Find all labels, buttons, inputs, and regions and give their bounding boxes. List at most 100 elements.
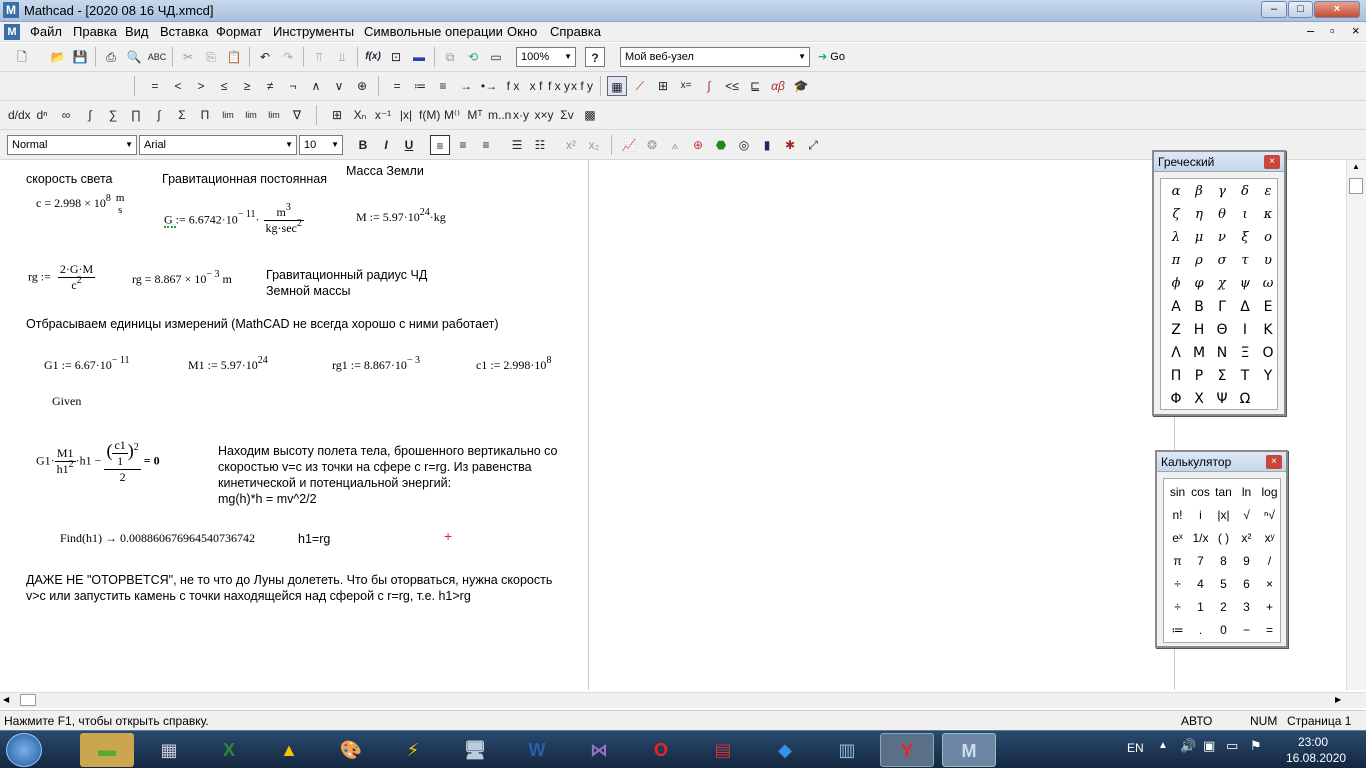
start-button[interactable] [6, 733, 42, 767]
device-icon[interactable]: ▣ [1203, 738, 1215, 754]
network-taskbar-icon[interactable]: ◆ [758, 733, 812, 767]
calc-key-18[interactable]: 9 [1235, 550, 1258, 572]
calc-key-11[interactable]: 1/x [1189, 527, 1212, 549]
calculus-toolbar-icon[interactable]: ∫ [699, 76, 719, 96]
maximize-button[interactable]: □ [1288, 1, 1313, 18]
menu-tools[interactable]: Инструменты [273, 24, 354, 39]
calc-key-3[interactable]: ln [1235, 481, 1258, 503]
op-greater[interactable]: > [191, 76, 211, 96]
greek-key-upper-6[interactable]: Η [1188, 319, 1210, 341]
programming-toolbar-icon[interactable]: ⊑ [745, 76, 765, 96]
calc-key-2[interactable]: tan [1212, 481, 1235, 503]
align-down-icon[interactable]: ⫫ [332, 47, 352, 67]
op-or[interactable]: ∨ [329, 76, 349, 96]
greek-key-lower-4[interactable]: ε [1257, 181, 1279, 203]
explorer-taskbar-icon[interactable]: ▬ [80, 733, 134, 767]
greek-key-upper-10[interactable]: Λ [1165, 342, 1187, 364]
eval-infix[interactable]: f x y [548, 76, 570, 96]
superscript-icon[interactable]: M⁽⁾ [442, 105, 462, 125]
calc-key-7[interactable]: |x| [1212, 504, 1235, 526]
eval-keyword[interactable]: •→ [479, 76, 499, 96]
greek-key-upper-15[interactable]: Π [1165, 365, 1187, 387]
greek-key-upper-17[interactable]: Σ [1211, 365, 1233, 387]
nth-derivative-icon[interactable]: dⁿ [32, 105, 52, 125]
greek-key-upper-20[interactable]: Φ [1165, 388, 1187, 410]
greek-key-upper-1[interactable]: Β [1188, 296, 1210, 318]
remote-desktop-taskbar-icon[interactable]: 🖥 [448, 733, 502, 767]
greek-key-upper-22[interactable]: Ψ [1211, 388, 1233, 410]
g-definition[interactable]: G := 6.6742·10− 11· m3 kg·sec2 [164, 202, 304, 236]
inverse-icon[interactable]: x⁻¹ [373, 105, 393, 125]
calc-key-4[interactable]: log [1258, 481, 1281, 503]
font-size-select[interactable]: 10 ▼ [299, 135, 343, 155]
bullets-icon[interactable]: ☰ [507, 135, 527, 155]
calc-key-34[interactable]: = [1258, 619, 1281, 641]
infinity-icon[interactable]: ∞ [56, 105, 76, 125]
greek-key-lower-19[interactable]: υ [1257, 250, 1279, 272]
underline-button[interactable]: U [399, 135, 419, 155]
greek-key-lower-23[interactable]: ψ [1234, 273, 1256, 295]
calc-key-9[interactable]: ⁿ√ [1258, 504, 1281, 526]
network-tray-icon[interactable]: ▭ [1226, 738, 1238, 754]
op-equal[interactable]: = [145, 76, 165, 96]
superscript-text-icon[interactable]: x² [561, 135, 581, 155]
greek-key-lower-9[interactable]: κ [1257, 204, 1279, 226]
region-icon[interactable]: ▭ [486, 47, 506, 67]
m1-definition[interactable]: M1 := 5.97·1024 [188, 355, 268, 373]
clock-time[interactable]: 23:00 [1298, 735, 1328, 749]
bold-button[interactable]: B [353, 135, 373, 155]
calc-key-21[interactable]: 4 [1189, 573, 1212, 595]
calc-key-16[interactable]: 7 [1189, 550, 1212, 572]
paint-taskbar-icon[interactable]: 🎨 [324, 733, 378, 767]
lightning-taskbar-icon[interactable]: ⚡ [386, 733, 440, 767]
greek-key-lower-24[interactable]: ω [1257, 273, 1279, 295]
greek-key-lower-11[interactable]: μ [1188, 227, 1210, 249]
word-taskbar-icon[interactable]: W [510, 733, 564, 767]
go-button[interactable]: ➜ Go [818, 50, 845, 63]
italic-button[interactable]: I [376, 135, 396, 155]
insert-function-icon[interactable]: f(x) [363, 47, 383, 67]
cut-icon[interactable]: ✂ [178, 47, 198, 67]
menu-help[interactable]: Справка [550, 24, 601, 39]
rg-definition[interactable]: rg := 2·G·M c2 [28, 262, 96, 293]
op-xor[interactable]: ⊕ [352, 76, 372, 96]
dot-product-icon[interactable]: x·y [511, 105, 531, 125]
def-integral-icon[interactable]: ∫ [80, 105, 100, 125]
limit-left-icon[interactable]: lim [264, 105, 284, 125]
calc-key-20[interactable]: ÷ [1166, 573, 1189, 595]
greek-key-lower-20[interactable]: ϕ [1165, 273, 1187, 295]
greek-key-upper-13[interactable]: Ξ [1234, 342, 1256, 364]
close-button[interactable]: × [1314, 1, 1360, 18]
calc-key-5[interactable]: n! [1166, 504, 1189, 526]
scroll-up-icon[interactable]: ▲ [1348, 162, 1364, 174]
derivative-icon[interactable]: d/dx [8, 105, 31, 125]
vector-field-icon[interactable]: ∇ [287, 105, 307, 125]
op-less[interactable]: < [168, 76, 188, 96]
subscript-icon[interactable]: Xₙ [350, 105, 370, 125]
greek-key-lower-13[interactable]: ξ [1234, 227, 1256, 249]
calc-key-13[interactable]: x² [1235, 527, 1258, 549]
volume-icon[interactable]: 🔊 [1180, 738, 1196, 754]
op-not[interactable]: ¬ [283, 76, 303, 96]
eval-postfix[interactable]: x f [525, 76, 547, 96]
given-block[interactable]: Given [52, 394, 81, 409]
limit-icon[interactable]: lim [218, 105, 238, 125]
horizontal-scrollbar[interactable]: ◀ ▶ [0, 692, 1366, 708]
eval-symbolic[interactable]: → [456, 76, 476, 96]
greek-key-upper-0[interactable]: Α [1165, 296, 1187, 318]
calc-key-10[interactable]: eˣ [1166, 527, 1189, 549]
range-product-icon[interactable]: ∏ [126, 105, 146, 125]
calc-key-26[interactable]: 1 [1189, 596, 1212, 618]
energy-equation[interactable]: G1· M1 h12 ·h1 − (c1 1)2 2 = 0 [36, 438, 160, 485]
greek-key-lower-21[interactable]: φ [1188, 273, 1210, 295]
style-select[interactable]: Normal ▼ [7, 135, 137, 155]
range-sum-icon[interactable]: ∑ [103, 105, 123, 125]
calc-key-12[interactable]: ( ) [1212, 527, 1235, 549]
greek-key-lower-5[interactable]: ζ [1165, 204, 1187, 226]
menu-window[interactable]: Окно [507, 24, 537, 39]
greek-key-lower-6[interactable]: η [1188, 204, 1210, 226]
greek-key-lower-1[interactable]: β [1188, 181, 1210, 203]
visual-studio-taskbar-icon[interactable]: ⋈ [572, 733, 626, 767]
doc-minimize-button[interactable]: – [1307, 23, 1314, 38]
greek-key-upper-5[interactable]: Ζ [1165, 319, 1187, 341]
